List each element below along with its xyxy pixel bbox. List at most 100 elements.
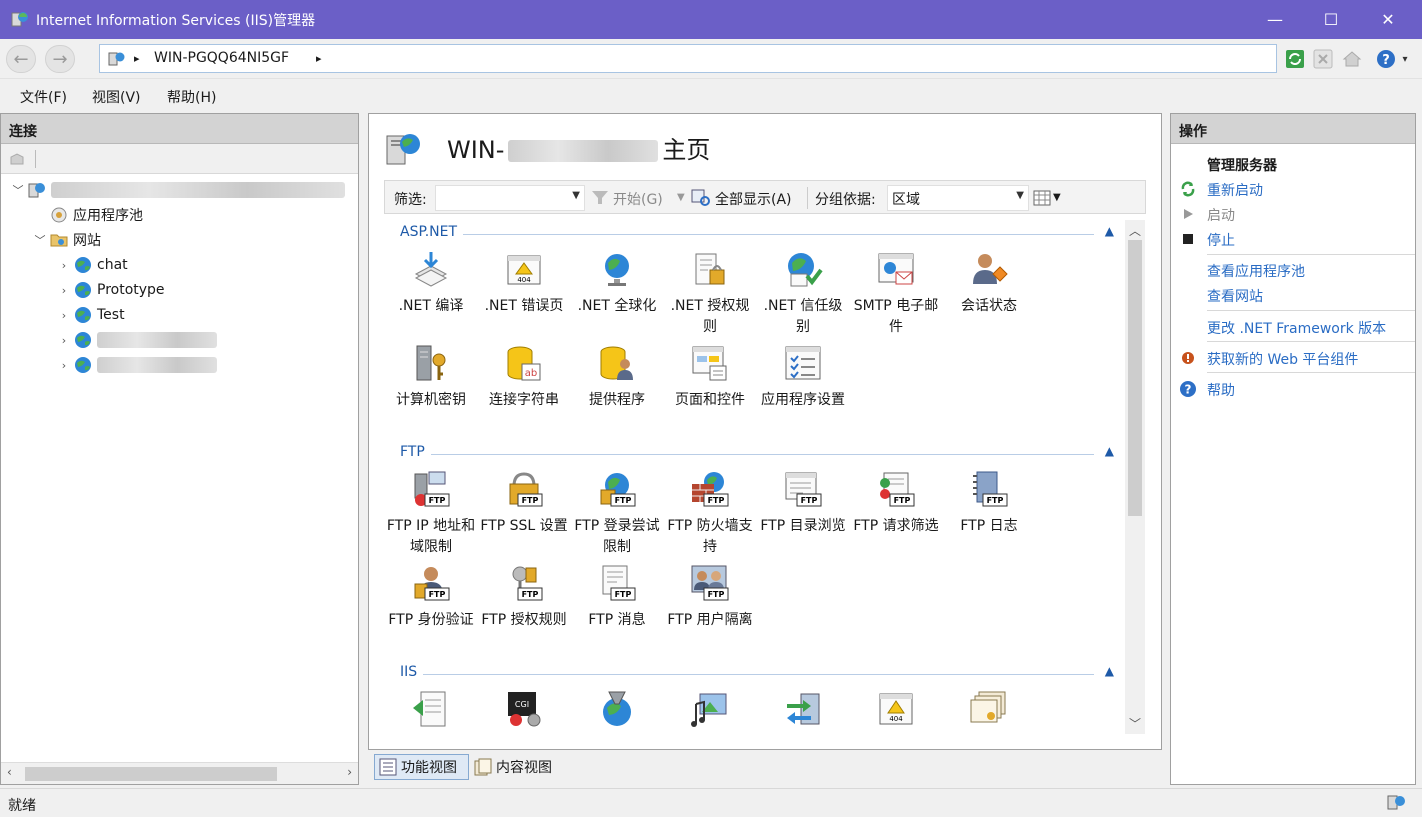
feature-label: SMTP 电子邮件 (853, 298, 939, 335)
maximize-button[interactable]: ☐ (1303, 0, 1359, 39)
help-dropdown-icon[interactable]: ▾ (1398, 48, 1412, 70)
feature-app-settings[interactable]: 应用程序设置 (757, 344, 849, 411)
connect-icon[interactable] (9, 151, 25, 167)
feature-ftp-authentication[interactable]: FTP FTP 身份验证 (385, 564, 477, 631)
feature-net-globalization[interactable]: .NET 全球化 (571, 250, 663, 317)
scrollbar-thumb[interactable] (1128, 240, 1142, 516)
feature-connection-strings[interactable]: ab 连接字符串 (478, 344, 570, 411)
scroll-left-icon[interactable]: ‹ (7, 765, 12, 779)
tree-site-redacted[interactable]: › (57, 328, 217, 352)
feature-net-compilation[interactable]: .NET 编译 (385, 250, 477, 317)
view-sites-action[interactable]: 查看网站 (1171, 283, 1415, 307)
refresh-icon[interactable] (1284, 48, 1306, 70)
feature-iis-item[interactable]: CGI (478, 690, 570, 734)
feature-smtp-email[interactable]: SMTP 电子邮件 (850, 250, 942, 338)
menu-view[interactable]: 视图(V) (92, 87, 141, 107)
feature-machine-key[interactable]: 计算机密钥 (385, 344, 477, 411)
stop-icon[interactable] (1312, 48, 1334, 70)
globe-stand-icon (605, 254, 629, 286)
breadcrumb-server[interactable]: WIN-PGQQ64NI5GF (154, 50, 289, 66)
home-icon[interactable] (1341, 48, 1363, 70)
expand-chevron-icon[interactable]: › (57, 284, 71, 297)
feature-ftp-authorization[interactable]: FTP FTP 授权规则 (478, 564, 570, 631)
feature-session-state[interactable]: 会话状态 (943, 250, 1035, 317)
show-all-button[interactable]: 全部显示(A) (715, 189, 792, 209)
expand-chevron-icon[interactable]: › (57, 259, 71, 272)
feature-providers[interactable]: 提供程序 (571, 344, 663, 411)
collapse-group-icon[interactable]: ▲ (1105, 444, 1114, 458)
tree-site-redacted[interactable]: › (57, 353, 217, 377)
change-net-version-action[interactable]: 更改 .NET Framework 版本 (1171, 315, 1415, 339)
scrollbar-thumb[interactable] (25, 767, 277, 781)
expand-chevron-icon[interactable]: › (57, 334, 71, 347)
address-breadcrumb[interactable]: ▸ WIN-PGQQ64NI5GF ▸ (99, 44, 1277, 73)
feature-iis-item[interactable] (571, 690, 663, 734)
view-app-pools-action[interactable]: 查看应用程序池 (1171, 258, 1415, 282)
scroll-down-icon[interactable]: ﹀ (1125, 715, 1145, 732)
restart-action[interactable]: 重新启动 (1171, 177, 1415, 201)
collapse-chevron-icon[interactable]: ﹀ (33, 232, 47, 248)
breadcrumb-separator[interactable]: ▸ (134, 52, 140, 65)
tree-site-prototype[interactable]: › Prototype (57, 278, 165, 302)
tab-features-view[interactable]: 功能视图 (374, 754, 469, 780)
menu-help[interactable]: 帮助(H) (167, 87, 216, 107)
feature-iis-item[interactable] (664, 690, 756, 734)
feature-pages-controls[interactable]: 页面和控件 (664, 344, 756, 411)
group-header-aspnet[interactable]: ASP.NET ▲ (384, 224, 1124, 246)
feature-ftp-firewall[interactable]: FTP FTP 防火墙支持 (664, 470, 756, 558)
filter-input[interactable]: ▼ (435, 185, 585, 211)
feature-ftp-ip-restrictions[interactable]: FTP FTP IP 地址和域限制 (385, 470, 477, 558)
collapse-group-icon[interactable]: ▲ (1105, 664, 1114, 678)
expand-chevron-icon[interactable]: › (57, 359, 71, 372)
help-icon[interactable]: ? (1375, 48, 1397, 70)
tree-site-chat[interactable]: › chat (57, 253, 128, 277)
feature-ftp-directory-browsing[interactable]: FTP FTP 目录浏览 (757, 470, 849, 537)
scroll-up-icon[interactable]: ︿ (1125, 222, 1145, 239)
feature-ftp-ssl[interactable]: FTP FTP SSL 设置 (478, 470, 570, 537)
feature-ftp-logging[interactable]: FTP FTP 日志 (943, 470, 1035, 537)
feature-ftp-user-isolation[interactable]: FTP FTP 用户隔离 (664, 564, 756, 631)
view-mode-icon[interactable] (1033, 190, 1051, 206)
tab-content-view[interactable]: 内容视图 (470, 754, 560, 780)
forward-button[interactable]: → (45, 45, 75, 73)
start-button[interactable]: 开始(G) (613, 189, 663, 209)
menu-file[interactable]: 文件(F) (20, 87, 67, 107)
start-action[interactable]: 启动 (1171, 202, 1415, 226)
feature-iis-item[interactable] (943, 690, 1035, 734)
feature-ftp-logon-attempts[interactable]: FTP FTP 登录尝试限制 (571, 470, 663, 558)
group-by-select[interactable]: 区域 ▼ (887, 185, 1029, 211)
view-mode-dropdown-icon[interactable]: ▼ (1053, 192, 1061, 203)
redirect-icon (787, 693, 820, 725)
collapse-chevron-icon[interactable]: ﹀ (11, 182, 25, 198)
group-header-iis[interactable]: IIS ▲ (384, 664, 1124, 686)
breadcrumb-arrow[interactable]: ▸ (316, 52, 322, 65)
horizontal-scrollbar[interactable]: ‹ › (1, 762, 358, 784)
feature-ftp-messages[interactable]: FTP FTP 消息 (571, 564, 663, 631)
help-action[interactable]: ? 帮助 (1171, 377, 1415, 401)
vertical-scrollbar[interactable]: ︿ ﹀ (1125, 220, 1145, 734)
feature-net-trust-levels[interactable]: .NET 信任级别 (757, 250, 849, 338)
feature-iis-item[interactable]: 404 (850, 690, 942, 734)
feature-net-authorization[interactable]: .NET 授权规则 (664, 250, 756, 338)
tree-server-node[interactable]: ﹀ (11, 178, 345, 202)
tree-site-test[interactable]: › Test (57, 303, 125, 327)
expand-chevron-icon[interactable]: › (57, 309, 71, 322)
start-dropdown-icon[interactable]: ▼ (677, 192, 685, 203)
scroll-right-icon[interactable]: › (347, 765, 352, 779)
view-app-pools-label: 查看应用程序池 (1207, 264, 1305, 280)
feature-iis-item[interactable] (757, 690, 849, 734)
group-header-ftp[interactable]: FTP ▲ (384, 444, 1124, 466)
back-button[interactable]: ← (6, 45, 36, 73)
stop-action[interactable]: 停止 (1171, 227, 1415, 251)
tree-sites[interactable]: ﹀ 网站 (33, 228, 102, 252)
get-web-platform-action[interactable]: 获取新的 Web 平台组件 (1171, 346, 1415, 370)
feature-net-error-pages[interactable]: 404 .NET 错误页 (478, 250, 570, 317)
feature-ftp-request-filtering[interactable]: FTP FTP 请求筛选 (850, 470, 942, 537)
close-button[interactable]: ✕ (1360, 0, 1416, 39)
dropdown-caret-icon[interactable]: ▼ (1016, 190, 1024, 201)
dropdown-caret-icon[interactable]: ▼ (572, 190, 580, 201)
minimize-button[interactable]: — (1247, 0, 1303, 39)
tree-app-pools[interactable]: 应用程序池 (33, 203, 143, 227)
feature-iis-item[interactable] (385, 690, 477, 734)
collapse-group-icon[interactable]: ▲ (1105, 224, 1114, 238)
